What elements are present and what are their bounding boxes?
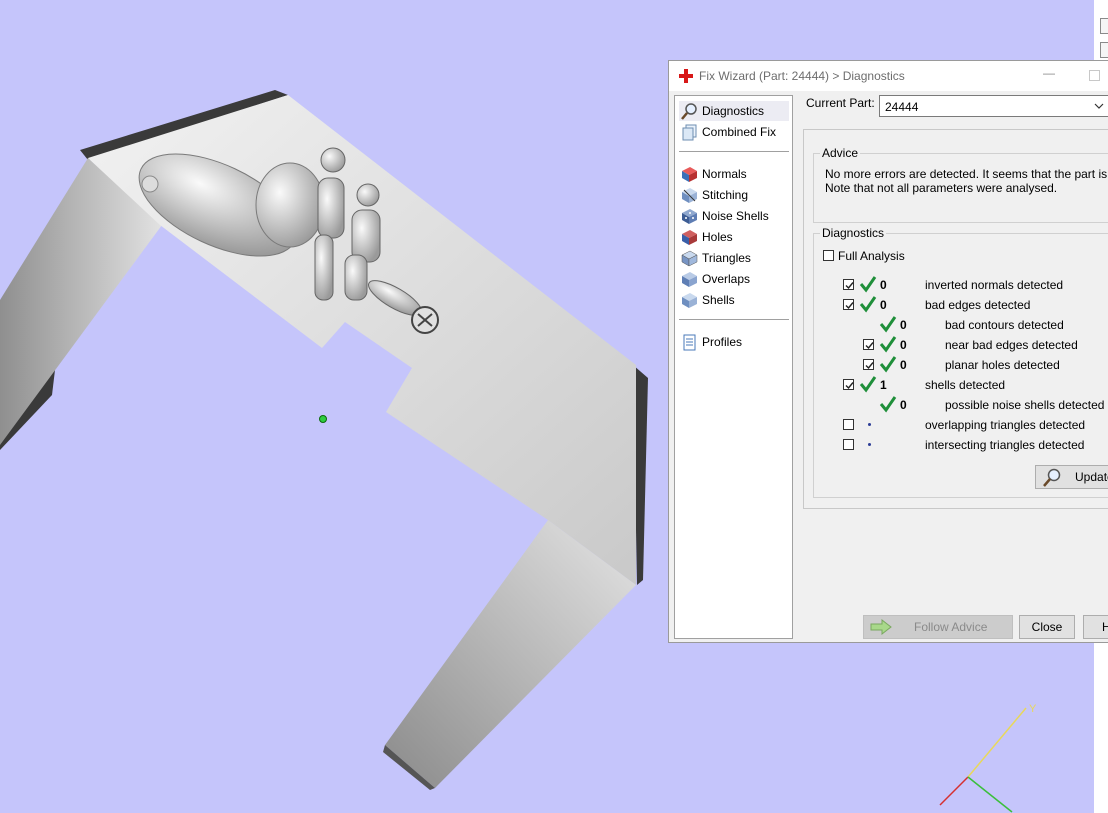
check-mark-icon (879, 316, 897, 333)
nav-item-label: Triangles (702, 251, 751, 265)
nav-item-label: Holes (702, 230, 733, 244)
magnifier-icon (1043, 468, 1061, 487)
pending-dot-icon (868, 443, 871, 446)
maximize-button[interactable] (1089, 70, 1100, 81)
nav-item-label: Normals (702, 167, 747, 181)
red-cross-icon (679, 69, 693, 83)
check-mark-icon (859, 296, 877, 313)
nav-item-normals[interactable]: Normals (679, 164, 789, 184)
nav-item-noise-shells[interactable]: Noise Shells (679, 206, 789, 226)
help-button[interactable]: H (1083, 615, 1108, 639)
overlaps-icon (682, 272, 697, 287)
combined-fix-icon (682, 124, 697, 141)
diagnostic-label: bad contours detected (945, 318, 1064, 332)
nav-item-label: Stitching (702, 188, 749, 202)
diagnostics-title: Diagnostics (820, 226, 887, 240)
holes-icon (682, 230, 697, 245)
check-mark-icon (879, 356, 897, 373)
current-part-value: 24444 (885, 100, 919, 114)
diagnostic-count: 0 (880, 278, 887, 292)
nav-item-label: Diagnostics (702, 104, 765, 118)
diagnostic-label: intersecting triangles detected (925, 438, 1085, 452)
nav-item-profiles[interactable]: Profiles (679, 332, 789, 352)
nav-item-label: Combined Fix (702, 125, 777, 139)
diagnostic-label: overlapping triangles detected (925, 418, 1086, 432)
diagnostic-count: 0 (900, 338, 907, 352)
fix-wizard-dialog: Fix Wizard (Part: 24444) > Diagnostics —… (668, 60, 1108, 643)
diagnostic-label: planar holes detected (945, 358, 1060, 372)
follow-advice-button[interactable]: Follow Advice (863, 615, 1013, 639)
full-analysis-label: Full Analysis (838, 249, 905, 263)
minimize-button[interactable]: — (1041, 67, 1057, 83)
profiles-icon (683, 334, 696, 351)
advice-line: No more errors are detected. It seems th… (825, 167, 1108, 181)
check-mark-icon (879, 336, 897, 353)
dialog-title-bar[interactable]: Fix Wizard (Part: 24444) > Diagnostics — (669, 61, 1108, 91)
check-mark-icon (879, 396, 897, 413)
normals-icon (682, 167, 697, 182)
3d-model[interactable] (0, 90, 648, 790)
nav-item-shells[interactable]: Shells (679, 290, 789, 310)
update-button[interactable]: Update (1035, 465, 1108, 489)
diagnostic-checkbox[interactable] (843, 299, 854, 310)
axis-indicator: Y (939, 703, 1037, 813)
update-label: Update (1075, 470, 1108, 484)
diagnostic-checkbox[interactable] (843, 379, 854, 390)
nav-item-combined-fix[interactable]: Combined Fix (679, 122, 789, 142)
nav-item-label: Overlaps (702, 272, 751, 286)
advice-text: No more errors are detected. It seems th… (825, 167, 1108, 195)
full-analysis-checkbox[interactable] (823, 250, 834, 261)
fix-wizard-nav: Diagnostics Combined Fix Normals Stitchi… (674, 95, 793, 639)
diagnostic-count: 1 (880, 378, 887, 392)
diagnostic-checkbox[interactable] (843, 439, 854, 450)
diagnostic-checkbox[interactable] (843, 279, 854, 290)
diagnostic-count: 0 (900, 398, 907, 412)
diagnostic-label: shells detected (925, 378, 1006, 392)
pending-dot-icon (868, 423, 871, 426)
noise-shells-icon (682, 209, 697, 224)
background-window-control (1100, 18, 1108, 34)
model-right-arm (385, 520, 636, 788)
pivot-point[interactable] (319, 415, 327, 423)
shells-icon (682, 293, 697, 308)
follow-advice-label: Follow Advice (914, 620, 988, 634)
diagnostic-label: bad edges detected (925, 298, 1031, 312)
diagnostic-checkbox[interactable] (863, 339, 874, 350)
nav-item-label: Noise Shells (702, 209, 769, 223)
chevron-down-icon (1094, 103, 1104, 109)
diagnostic-label: near bad edges detected (945, 338, 1078, 352)
magnifier-icon (681, 103, 697, 120)
triangles-icon (681, 250, 698, 267)
nav-item-holes[interactable]: Holes (679, 227, 789, 247)
arrow-right-icon (870, 619, 892, 635)
nav-item-label: Shells (702, 293, 735, 307)
current-part-select[interactable]: 24444 (879, 95, 1108, 117)
dialog-title: Fix Wizard (Part: 24444) > Diagnostics (699, 69, 905, 83)
advice-group: Advice No more errors are detected. It s… (813, 146, 1108, 223)
nav-item-diagnostics[interactable]: Diagnostics (679, 101, 789, 121)
diagnostics-group: Diagnostics Full Analysis 0 inverted norm… (813, 226, 1108, 498)
close-button[interactable]: Close (1019, 615, 1075, 639)
advice-title: Advice (820, 146, 861, 160)
diagnostic-count: 0 (900, 318, 907, 332)
check-mark-icon (859, 276, 877, 293)
current-part-label: Current Part: (806, 96, 875, 110)
axis-y-label: Y (1029, 703, 1037, 715)
diagnostic-count: 0 (880, 298, 887, 312)
nav-separator (679, 319, 789, 320)
nav-item-label: Profiles (702, 335, 743, 349)
nav-item-triangles[interactable]: Triangles (679, 248, 789, 268)
check-mark-icon (859, 376, 877, 393)
stitching-icon (682, 188, 697, 203)
diagnostic-label: possible noise shells detected (945, 398, 1105, 412)
diagnostic-checkbox[interactable] (843, 419, 854, 430)
diagnostic-count: 0 (900, 358, 907, 372)
diagnostic-checkbox[interactable] (863, 359, 874, 370)
nav-separator (679, 151, 789, 152)
diagnostic-label: inverted normals detected (925, 278, 1064, 292)
background-window-control (1100, 42, 1108, 58)
advice-line: Note that not all parameters were analys… (825, 180, 1058, 195)
nav-item-stitching[interactable]: Stitching (679, 185, 789, 205)
nav-item-overlaps[interactable]: Overlaps (679, 269, 789, 289)
